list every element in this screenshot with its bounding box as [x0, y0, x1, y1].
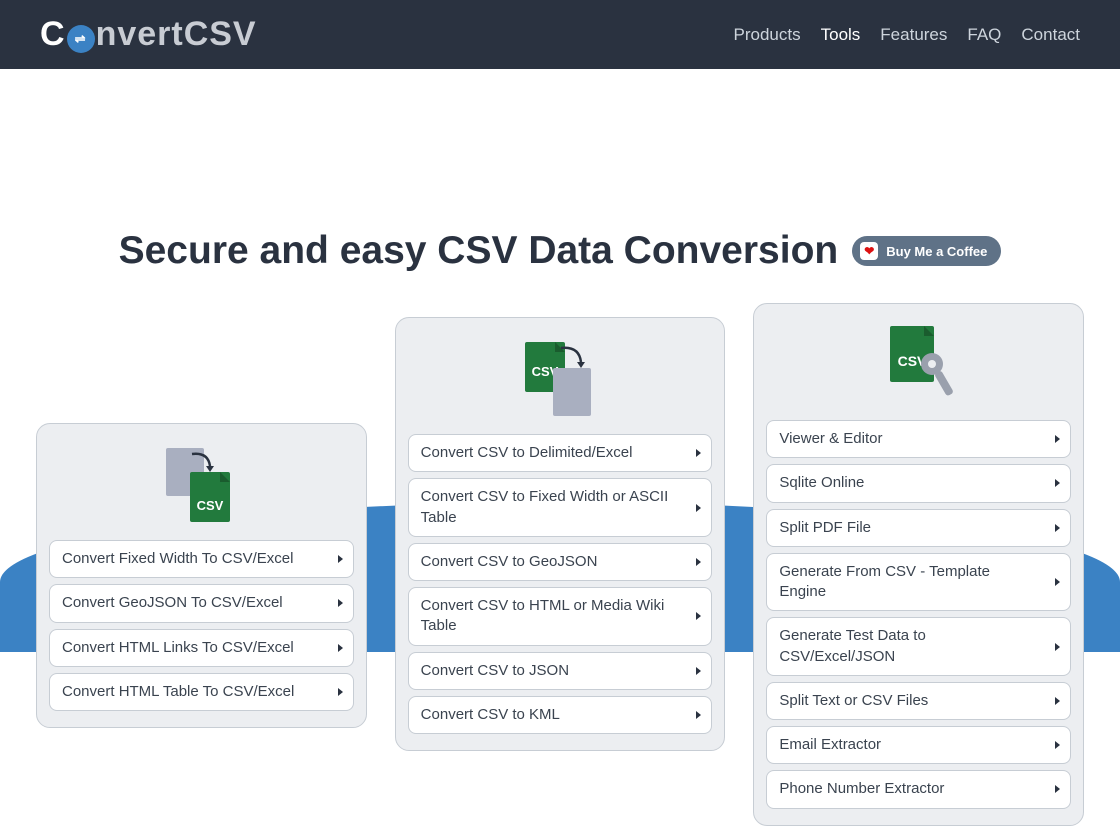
logo-c: C: [40, 15, 66, 54]
chevron-right-icon: [696, 449, 701, 457]
chevron-right-icon: [1055, 697, 1060, 705]
chevron-right-icon: [338, 599, 343, 607]
card-from-csv: CSV Convert CSV to Delimited/Excel Conve…: [395, 317, 726, 751]
tool-list: Convert CSV to Delimited/Excel Convert C…: [408, 434, 713, 734]
list-item[interactable]: Convert CSV to Fixed Width or ASCII Tabl…: [408, 478, 713, 537]
list-item[interactable]: Convert CSV to HTML or Media Wiki Table: [408, 587, 713, 646]
card-csv-tools: CSV Viewer & Editor Sqlite Online Split …: [753, 303, 1084, 826]
chevron-right-icon: [338, 644, 343, 652]
nav-contact[interactable]: Contact: [1021, 25, 1080, 45]
to-csv-icon: CSV: [49, 440, 354, 530]
tool-list: Viewer & Editor Sqlite Online Split PDF …: [766, 420, 1071, 809]
list-item[interactable]: Generate Test Data to CSV/Excel/JSON: [766, 617, 1071, 676]
donate-label: Buy Me a Coffee: [886, 244, 987, 259]
chevron-right-icon: [1055, 741, 1060, 749]
list-item[interactable]: Split Text or CSV Files: [766, 682, 1071, 720]
list-item[interactable]: Convert GeoJSON To CSV/Excel: [49, 584, 354, 622]
chevron-right-icon: [1055, 785, 1060, 793]
chevron-right-icon: [696, 612, 701, 620]
buy-me-a-coffee-button[interactable]: ❤ Buy Me a Coffee: [852, 236, 1001, 266]
top-nav: Products Tools Features FAQ Contact: [734, 25, 1080, 45]
chevron-right-icon: [338, 688, 343, 696]
hero: Secure and easy CSV Data Conversion ❤ Bu…: [0, 69, 1120, 303]
list-item[interactable]: Convert CSV to Delimited/Excel: [408, 434, 713, 472]
chevron-right-icon: [1055, 643, 1060, 651]
from-csv-icon: CSV: [408, 334, 713, 424]
list-item[interactable]: Viewer & Editor: [766, 420, 1071, 458]
nav-faq[interactable]: FAQ: [967, 25, 1001, 45]
list-item[interactable]: Convert CSV to GeoJSON: [408, 543, 713, 581]
chevron-right-icon: [1055, 524, 1060, 532]
csv-tools-icon: CSV: [766, 320, 1071, 410]
list-item[interactable]: Sqlite Online: [766, 464, 1071, 502]
svg-text:CSV: CSV: [197, 498, 224, 513]
chevron-right-icon: [338, 555, 343, 563]
list-item[interactable]: Email Extractor: [766, 726, 1071, 764]
logo[interactable]: C ⇌ nvertCSV: [40, 15, 257, 55]
chevron-right-icon: [696, 711, 701, 719]
list-item[interactable]: Convert CSV to JSON: [408, 652, 713, 690]
list-item[interactable]: Split PDF File: [766, 509, 1071, 547]
logo-swap-icon: ⇌: [67, 25, 95, 53]
header: C ⇌ nvertCSV Products Tools Features FAQ…: [0, 0, 1120, 69]
page-title: Secure and easy CSV Data Conversion: [119, 229, 839, 273]
nav-features[interactable]: Features: [880, 25, 947, 45]
nav-products[interactable]: Products: [734, 25, 801, 45]
list-item[interactable]: Convert Fixed Width To CSV/Excel: [49, 540, 354, 578]
nav-tools[interactable]: Tools: [821, 25, 861, 45]
logo-text: nvertCSV: [96, 15, 257, 54]
chevron-right-icon: [696, 667, 701, 675]
cards-row: CSV Convert Fixed Width To CSV/Excel Con…: [0, 303, 1120, 826]
list-item[interactable]: Convert HTML Links To CSV/Excel: [49, 629, 354, 667]
list-item[interactable]: Phone Number Extractor: [766, 770, 1071, 808]
chevron-right-icon: [696, 558, 701, 566]
chevron-right-icon: [1055, 578, 1060, 586]
list-item[interactable]: Generate From CSV - Template Engine: [766, 553, 1071, 612]
chevron-right-icon: [1055, 435, 1060, 443]
card-to-csv: CSV Convert Fixed Width To CSV/Excel Con…: [36, 423, 367, 728]
heart-icon: ❤: [860, 242, 878, 260]
chevron-right-icon: [696, 504, 701, 512]
tool-list: Convert Fixed Width To CSV/Excel Convert…: [49, 540, 354, 711]
list-item[interactable]: Convert CSV to KML: [408, 696, 713, 734]
chevron-right-icon: [1055, 479, 1060, 487]
list-item[interactable]: Convert HTML Table To CSV/Excel: [49, 673, 354, 711]
